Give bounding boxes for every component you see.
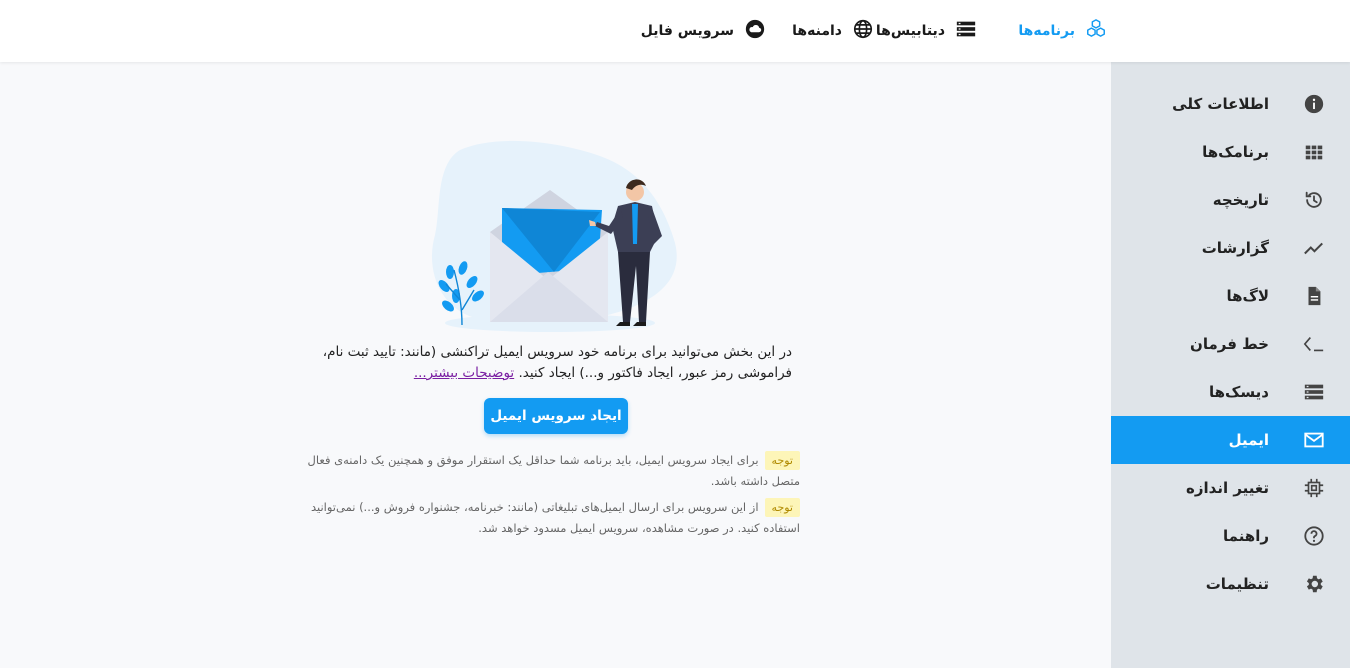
help-icon [1303,525,1325,547]
sidebar-item-addons[interactable]: برنامک‌ها [1111,128,1350,176]
note-badge: توجه [764,498,800,517]
sidebar-item-label: ایمیل [1228,431,1269,449]
sidebar-item-reports[interactable]: گزارشات [1111,224,1350,272]
gear-icon [1303,573,1325,595]
sidebar-item-label: تنظیمات [1205,575,1269,593]
sidebar-item-label: برنامک‌ها [1202,143,1269,161]
sidebar-item-label: راهنما [1223,527,1269,545]
sidebar-item-label: لاگ‌ها [1226,287,1269,305]
sidebar-item-disks[interactable]: دیسک‌ها [1111,368,1350,416]
disk-icon [1303,381,1325,403]
mail-icon [1303,429,1325,451]
sidebar-item-logs[interactable]: لاگ‌ها [1111,272,1350,320]
note-badge: توجه [764,451,800,470]
sidebar-item-label: اطلاعات کلی [1172,95,1269,113]
topnav-databases-label: دیتابیس‌ها [875,23,945,39]
sidebar-item-resize[interactable]: تغییر اندازه [1111,464,1350,512]
document-icon [1303,285,1325,307]
topnav-file-service[interactable]: سرویس فایل [641,0,766,62]
note-item: توجهبرای ایجاد سرویس ایمیل، باید برنامه … [300,450,800,492]
chip-icon [1303,477,1325,499]
info-icon [1303,93,1325,115]
sidebar-item-label: دیسک‌ها [1209,383,1269,401]
trend-icon [1303,237,1325,259]
topnav-apps[interactable]: برنامه‌ها [1018,0,1107,62]
note-item: توجهاز این سرویس برای ارسال ایمیل‌های تب… [300,497,800,539]
top-navbar: برنامه‌ها دیتابیس‌ها دامنه‌ها سرویس فایل [0,0,1350,62]
cloud-icon [744,18,766,44]
topnav-domains-label: دامنه‌ها [792,23,842,39]
cubes-icon [1085,18,1107,44]
sidebar-item-label: خط فرمان [1190,335,1269,353]
note-text: برای ایجاد سرویس ایمیل، باید برنامه شما … [307,453,800,488]
more-info-link[interactable]: توضیحات بیشتر... [414,365,514,381]
topnav-domains[interactable]: دامنه‌ها [792,0,874,62]
sidebar-item-history[interactable]: تاریخچه [1111,176,1350,224]
sidebar-item-help[interactable]: راهنما [1111,512,1350,560]
history-icon [1303,189,1325,211]
globe-icon [852,18,874,44]
create-email-service-button[interactable]: ایجاد سرویس ایمیل [484,398,628,434]
topnav-databases[interactable]: دیتابیس‌ها [876,0,977,62]
terminal-icon [1303,333,1325,355]
sidebar-item-overview[interactable]: اطلاعات کلی [1111,80,1350,128]
description-text: در این بخش می‌توانید برای برنامه خود سرو… [322,344,792,381]
topnav-apps-label: برنامه‌ها [1018,23,1075,39]
sidebar-item-terminal[interactable]: خط فرمان [1111,320,1350,368]
sidebar-item-label: تغییر اندازه [1186,479,1269,497]
sidebar-item-label: گزارشات [1201,239,1269,257]
sidebar: اطلاعات کلی برنامک‌ها تاریخچه گزارشات لا… [1111,62,1350,668]
sidebar-item-label: تاریخچه [1212,191,1269,209]
email-service-description: در این بخش می‌توانید برای برنامه خود سرو… [300,342,792,384]
email-illustration [430,140,680,335]
database-icon [955,18,977,44]
sidebar-item-email[interactable]: ایمیل [1111,416,1350,464]
sidebar-item-settings[interactable]: تنظیمات [1111,560,1350,608]
grid-icon [1303,141,1325,163]
topnav-file-service-label: سرویس فایل [640,23,734,39]
note-text: از این سرویس برای ارسال ایمیل‌های تبلیغا… [310,500,800,535]
